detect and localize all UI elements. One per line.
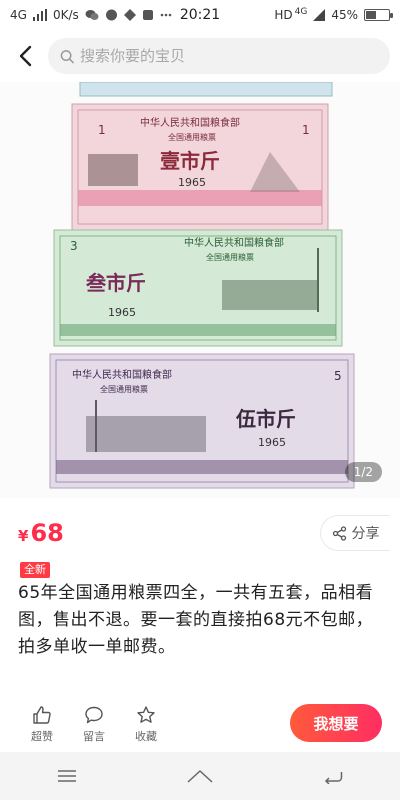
back-arrow-icon (325, 772, 343, 784)
system-nav-bar (0, 752, 400, 800)
svg-text:3: 3 (70, 239, 78, 253)
svg-text:中华人民共和国粮食部: 中华人民共和国粮食部 (72, 368, 172, 381)
menu-nav-button[interactable] (37, 756, 97, 796)
ration-coupons-image: 1 1 中华人民共和国粮食部 全国通用粮票 壹市斤 1965 3 中华人民共和国… (49, 82, 355, 489)
svg-text:全国通用粮票: 全国通用粮票 (206, 252, 254, 262)
back-nav-button[interactable] (303, 756, 363, 796)
signal-right-icon (313, 9, 326, 21)
share-icon (332, 525, 346, 541)
battery-percent: 45% (331, 8, 358, 22)
coupon-three-jin: 3 中华人民共和国粮食部 全国通用粮票 叁市斤 1965 (53, 229, 343, 347)
network-label: 4G (10, 8, 27, 22)
star-icon (137, 705, 155, 723)
chevron-left-icon (19, 45, 32, 67)
svg-text:叁市斤: 叁市斤 (85, 271, 146, 295)
svg-text:全国通用粮票: 全国通用粮票 (168, 132, 216, 142)
svg-text:1965: 1965 (258, 436, 286, 449)
back-button[interactable] (10, 41, 40, 71)
price: ¥ 68 (18, 519, 64, 547)
wechat-icon (85, 10, 99, 20)
network-speed: 0K/s (52, 8, 79, 22)
status-bar: 4G 0K/s 20:21 HD 4G 45% (0, 0, 400, 30)
svg-text:1965: 1965 (108, 306, 136, 319)
favorite-label: 收藏 (135, 729, 157, 743)
price-value: 68 (30, 519, 64, 547)
action-bar: 超赞 留言 收藏 我想要 (0, 696, 400, 752)
svg-text:中华人民共和国粮食部: 中华人民共和国粮食部 (184, 236, 284, 249)
svg-text:中华人民共和国粮食部: 中华人民共和国粮食部 (140, 116, 240, 129)
thumbs-up-icon (33, 705, 51, 724)
currency-symbol: ¥ (18, 527, 29, 545)
app-icon (123, 9, 136, 21)
svg-text:伍市斤: 伍市斤 (235, 407, 296, 431)
svg-text:1: 1 (302, 123, 310, 137)
product-description: 65年全国通用粮票四全，一共有五套，品相看图，售出不退。要一套的直接拍68元不包… (18, 583, 374, 657)
signal-icon (32, 9, 47, 21)
svg-text:壹市斤: 壹市斤 (160, 149, 220, 173)
share-label: 分享 (351, 526, 380, 542)
favorite-button[interactable]: 收藏 (120, 705, 172, 744)
svg-text:全国通用粮票: 全国通用粮票 (100, 384, 148, 394)
message-icon (105, 9, 117, 21)
coupon-one-jin: 1 1 中华人民共和国粮食部 全国通用粮票 壹市斤 1965 (71, 103, 329, 231)
hd-label: HD (274, 8, 293, 22)
share-button[interactable]: 分享 (320, 515, 390, 551)
like-button[interactable]: 超赞 (16, 705, 68, 744)
battery-icon (364, 9, 393, 21)
condition-badge: 全新 (20, 562, 50, 578)
like-label: 超赞 (31, 729, 53, 743)
more-icon (160, 13, 172, 17)
want-button[interactable]: 我想要 (290, 704, 382, 742)
network-right-label: 4G (294, 7, 308, 17)
price-row: ¥ 68 分享 (0, 515, 400, 551)
comment-label: 留言 (83, 729, 105, 743)
top-bar (0, 30, 400, 82)
status-right: HD 4G 45% (274, 7, 393, 22)
svg-text:1: 1 (98, 123, 106, 137)
search-box[interactable] (48, 38, 390, 74)
search-input[interactable] (80, 47, 378, 65)
product-photo[interactable]: 1 1 中华人民共和国粮食部 全国通用粮票 壹市斤 1965 3 中华人民共和国… (0, 82, 400, 498)
search-icon (60, 49, 74, 63)
svg-text:5: 5 (334, 369, 342, 383)
svg-text:1965: 1965 (178, 176, 206, 189)
page-indicator: 1/2 (344, 462, 382, 482)
menu-icon (57, 770, 76, 782)
home-icon (187, 770, 213, 783)
status-left: 4G 0K/s (10, 8, 172, 22)
comment-button[interactable]: 留言 (68, 705, 120, 744)
app-icon-2 (142, 10, 153, 20)
comment-icon (85, 706, 103, 723)
home-nav-button[interactable] (170, 756, 230, 796)
coupon-five-jin: 5 中华人民共和国粮食部 全国通用粮票 伍市斤 1965 (49, 353, 355, 489)
